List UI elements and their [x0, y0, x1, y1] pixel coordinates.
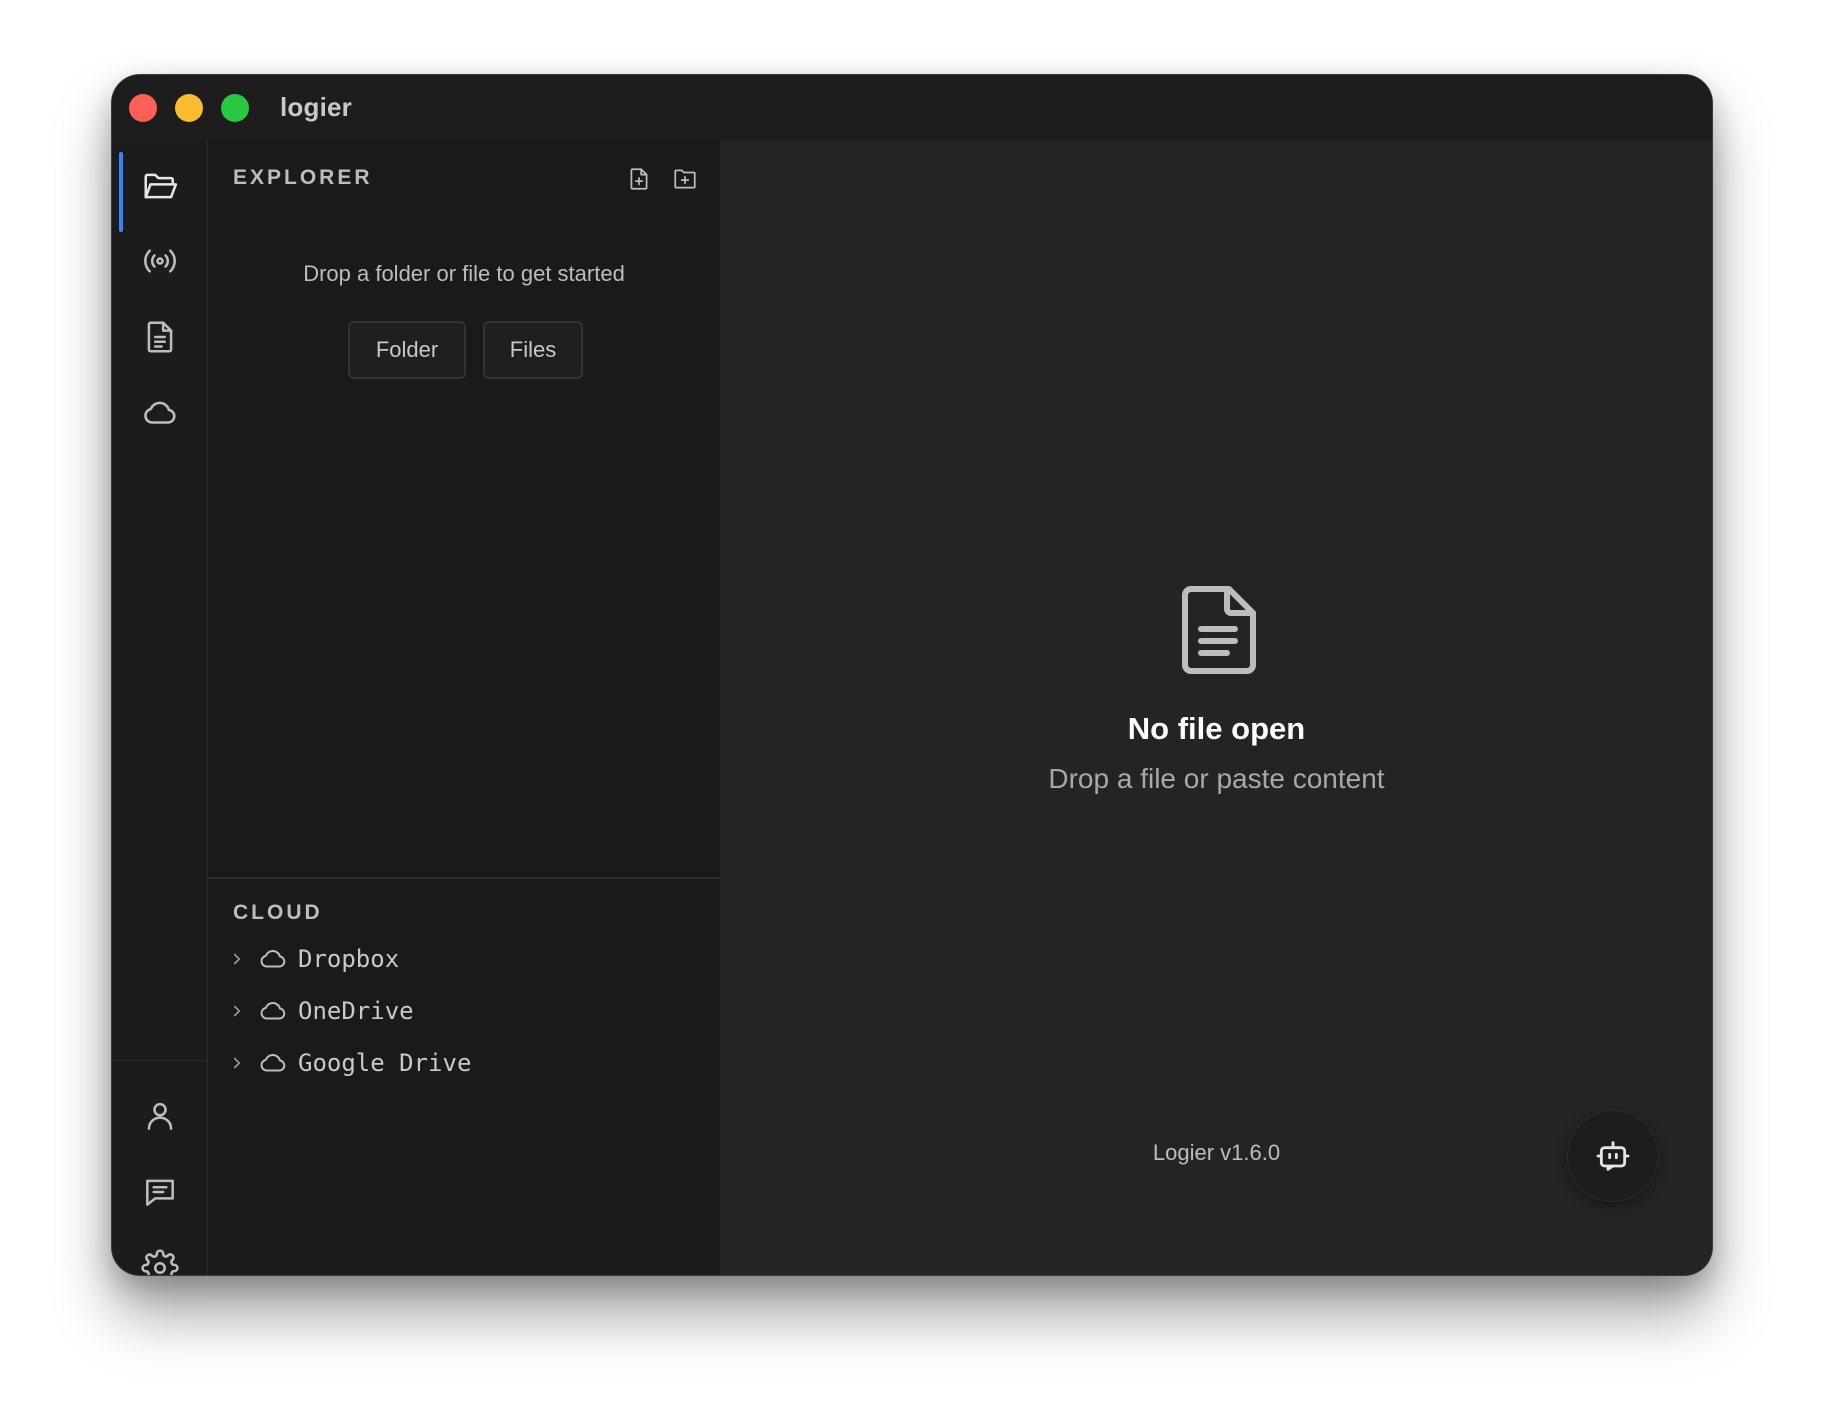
empty-state-title: No file open: [1127, 711, 1306, 746]
new-folder-button[interactable]: [670, 164, 700, 194]
new-folder-icon: [674, 169, 696, 189]
activity-documents[interactable]: [112, 297, 207, 377]
editor-area: No file open Drop a file or paste conten…: [721, 140, 1712, 1275]
cloud-section: CLOUD Dropbox OneDrive Google Drive: [208, 877, 720, 1275]
explorer-sidebar: EXPLORER Drop a folder or file to get st…: [208, 140, 721, 1275]
window-title: logier: [280, 92, 352, 122]
chevron-right-icon: [233, 1057, 241, 1069]
activity-cloud[interactable]: [112, 373, 207, 453]
message-icon: [145, 1179, 174, 1206]
explorer-drop-message: Drop a folder or file to get started: [303, 261, 625, 286]
close-window-button[interactable]: [129, 94, 157, 122]
cloud-item-label: OneDrive: [298, 997, 414, 1025]
chevron-right-icon: [233, 1005, 241, 1017]
activity-broadcast[interactable]: [112, 221, 207, 301]
open-folder-button[interactable]: Folder: [348, 321, 466, 379]
cloud-header: CLOUD: [233, 901, 323, 924]
cloud-icon: [143, 401, 176, 424]
document-icon: [1182, 586, 1256, 674]
cloud-item-onedrive[interactable]: OneDrive: [228, 989, 698, 1033]
explorer-header: EXPLORER: [233, 166, 373, 189]
folder-open-icon: [143, 173, 177, 199]
open-files-button[interactable]: Files: [483, 321, 583, 379]
broadcast-icon: [143, 249, 176, 273]
version-label: Logier v1.6.0: [1152, 1140, 1281, 1165]
cloud-icon: [260, 950, 286, 968]
cloud-item-dropbox[interactable]: Dropbox: [228, 937, 698, 981]
cloud-icon: [260, 1002, 286, 1020]
cloud-item-label: Dropbox: [298, 945, 400, 973]
new-file-button[interactable]: [624, 164, 654, 194]
cloud-icon: [260, 1054, 286, 1072]
document-icon: [147, 321, 172, 353]
title-bar: logier: [112, 75, 1712, 141]
maximize-window-button[interactable]: [221, 94, 249, 122]
cloud-item-google-drive[interactable]: Google Drive: [228, 1041, 698, 1085]
bot-icon: [1596, 1141, 1630, 1171]
assistant-button[interactable]: [1567, 1110, 1659, 1202]
empty-state-subtitle: Drop a file or paste content: [1048, 763, 1385, 794]
user-icon: [147, 1102, 172, 1130]
activity-account[interactable]: [112, 1076, 207, 1156]
cloud-item-label: Google Drive: [298, 1049, 472, 1077]
chevron-right-icon: [233, 953, 241, 965]
activity-divider: [112, 1060, 207, 1061]
activity-bar: [112, 140, 208, 1275]
activity-explorer[interactable]: [112, 146, 207, 232]
minimize-window-button[interactable]: [175, 94, 203, 122]
app-window: logier EXPLORER Drop a folder or file to…: [112, 75, 1712, 1275]
activity-settings[interactable]: [112, 1228, 207, 1275]
new-file-icon: [630, 168, 648, 190]
gear-icon: [140, 1249, 179, 1275]
activity-feedback[interactable]: [112, 1152, 207, 1232]
